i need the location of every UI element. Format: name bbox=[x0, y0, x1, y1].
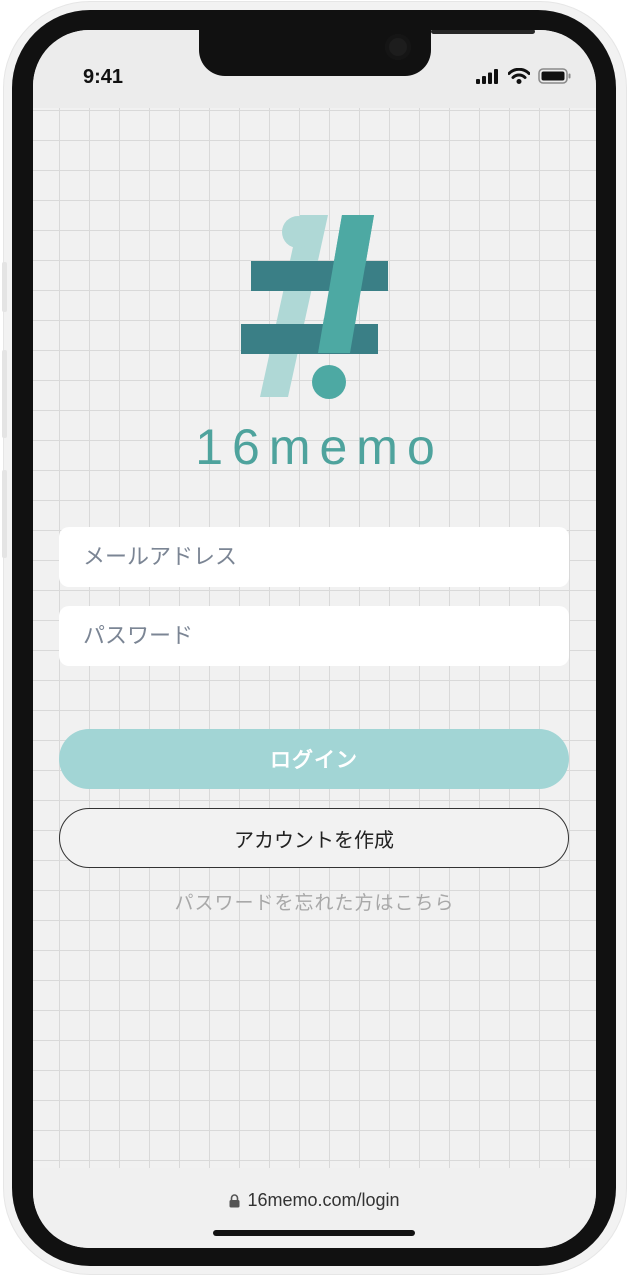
create-account-button[interactable]: アカウントを作成 bbox=[59, 808, 569, 868]
login-content: 16memo ログイン アカウントを作成 パスワードを忘れた方はこちら bbox=[33, 108, 596, 1168]
home-indicator[interactable] bbox=[213, 1230, 415, 1236]
notch bbox=[199, 30, 535, 76]
side-button bbox=[2, 262, 7, 312]
browser-address-bar: 16memo.com/login bbox=[33, 1168, 596, 1248]
brand-name: 16memo bbox=[195, 419, 444, 475]
email-input[interactable] bbox=[59, 527, 569, 587]
side-button bbox=[2, 350, 7, 438]
camera-icon bbox=[385, 34, 411, 60]
phone-screen: 9:41 16memo メールアドレス ログイン アカウントを作成 パスワードを… bbox=[33, 30, 596, 1248]
hash-memo-logo-icon bbox=[241, 215, 388, 399]
url-text: 16memo.com/login bbox=[247, 1190, 400, 1210]
battery-icon bbox=[538, 68, 571, 84]
wifi-icon bbox=[508, 68, 530, 84]
side-button bbox=[2, 470, 7, 558]
lock-icon bbox=[229, 1193, 240, 1207]
status-time: 9:41 bbox=[83, 66, 124, 88]
login-button[interactable]: ログイン bbox=[59, 729, 569, 789]
status-icons bbox=[476, 68, 572, 84]
password-input[interactable] bbox=[59, 606, 569, 666]
forgot-password-link[interactable]: パスワードを忘れた方はこちら bbox=[33, 888, 596, 915]
speaker-grille bbox=[431, 30, 535, 34]
signal-icon bbox=[476, 68, 498, 84]
url-row[interactable]: 16memo.com/login bbox=[33, 1190, 596, 1211]
